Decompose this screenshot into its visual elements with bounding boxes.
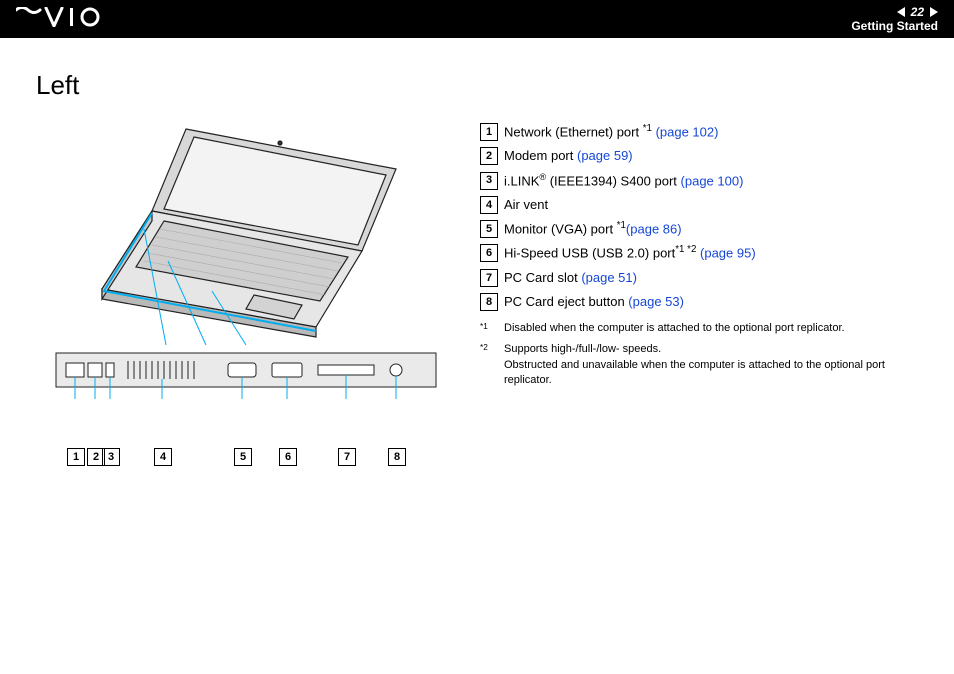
page-link[interactable]: (page 59) [577, 148, 633, 163]
page-link[interactable]: (page 86) [626, 221, 682, 236]
prev-page-arrow-icon[interactable] [897, 7, 905, 17]
header-bar: 22 Getting Started [0, 0, 954, 38]
item-text: Monitor (VGA) port [504, 221, 617, 236]
page-link[interactable]: (page 95) [700, 246, 756, 261]
page-link[interactable]: (page 102) [656, 124, 719, 139]
page-body: Left [0, 38, 954, 470]
page-link[interactable]: (page 100) [681, 173, 744, 188]
page-title: Left [36, 70, 918, 101]
footnote-1: *1 Disabled when the computer is attache… [480, 321, 918, 336]
callout-1: 1 [67, 448, 85, 466]
item-text: PC Card eject button [504, 294, 628, 309]
port-item-8: 8 PC Card eject button (page 53) [480, 291, 918, 313]
footnotes: *1 Disabled when the computer is attache… [480, 321, 918, 389]
item-number: 2 [480, 147, 498, 165]
laptop-illustration [36, 121, 456, 441]
item-number: 5 [480, 220, 498, 238]
item-sup: *1 *2 [675, 244, 696, 255]
item-sup: *1 [643, 123, 652, 134]
item-text: Network (Ethernet) port [504, 124, 643, 139]
item-text: Modem port [504, 148, 577, 163]
page-nav: 22 [897, 5, 938, 19]
description-column: 1 Network (Ethernet) port *1 (page 102) … [480, 121, 918, 470]
port-item-6: 6 Hi-Speed USB (USB 2.0) port*1 *2 (page… [480, 242, 918, 264]
item-mid: (IEEE1394) S400 port [546, 173, 680, 188]
callout-7: 7 [338, 448, 356, 466]
callout-3: 3 [102, 448, 120, 466]
port-item-3: 3 i.LINK® (IEEE1394) S400 port (page 100… [480, 170, 918, 192]
page-link[interactable]: (page 53) [628, 294, 684, 309]
page-number: 22 [911, 5, 924, 19]
item-text: PC Card slot [504, 270, 581, 285]
vaio-logo [16, 7, 112, 32]
header-right: 22 Getting Started [851, 5, 938, 34]
footnote-2: *2 Supports high-/full-/low- speeds. Obs… [480, 342, 918, 388]
next-page-arrow-icon[interactable] [930, 7, 938, 17]
page-link[interactable]: (page 51) [581, 270, 637, 285]
callout-6: 6 [279, 448, 297, 466]
footnote-mark: *2 [480, 342, 494, 388]
footnote-text: Disabled when the computer is attached t… [504, 321, 918, 336]
callout-5: 5 [234, 448, 252, 466]
content-row: 1 2 3 4 5 6 7 8 1 Network (Ethernet) por… [36, 121, 918, 470]
callout-4: 4 [154, 448, 172, 466]
item-number: 7 [480, 269, 498, 287]
item-number: 3 [480, 172, 498, 190]
item-number: 4 [480, 196, 498, 214]
section-label: Getting Started [851, 19, 938, 33]
item-sup: *1 [617, 220, 626, 231]
item-text: Air vent [504, 197, 548, 212]
callout-row: 1 2 3 4 5 6 7 8 [56, 446, 456, 470]
item-text: i.LINK [504, 173, 539, 188]
port-item-7: 7 PC Card slot (page 51) [480, 267, 918, 289]
footnote-mark: *1 [480, 321, 494, 336]
footnote-text: Supports high-/full-/low- speeds. Obstru… [504, 342, 918, 388]
port-item-5: 5 Monitor (VGA) port *1(page 86) [480, 218, 918, 240]
illustration-column: 1 2 3 4 5 6 7 8 [36, 121, 456, 470]
port-item-4: 4 Air vent [480, 194, 918, 216]
port-item-2: 2 Modem port (page 59) [480, 145, 918, 167]
item-text: Hi-Speed USB (USB 2.0) port [504, 246, 675, 261]
item-number: 8 [480, 293, 498, 311]
item-number: 6 [480, 244, 498, 262]
callout-8: 8 [388, 448, 406, 466]
item-number: 1 [480, 123, 498, 141]
port-item-1: 1 Network (Ethernet) port *1 (page 102) [480, 121, 918, 143]
